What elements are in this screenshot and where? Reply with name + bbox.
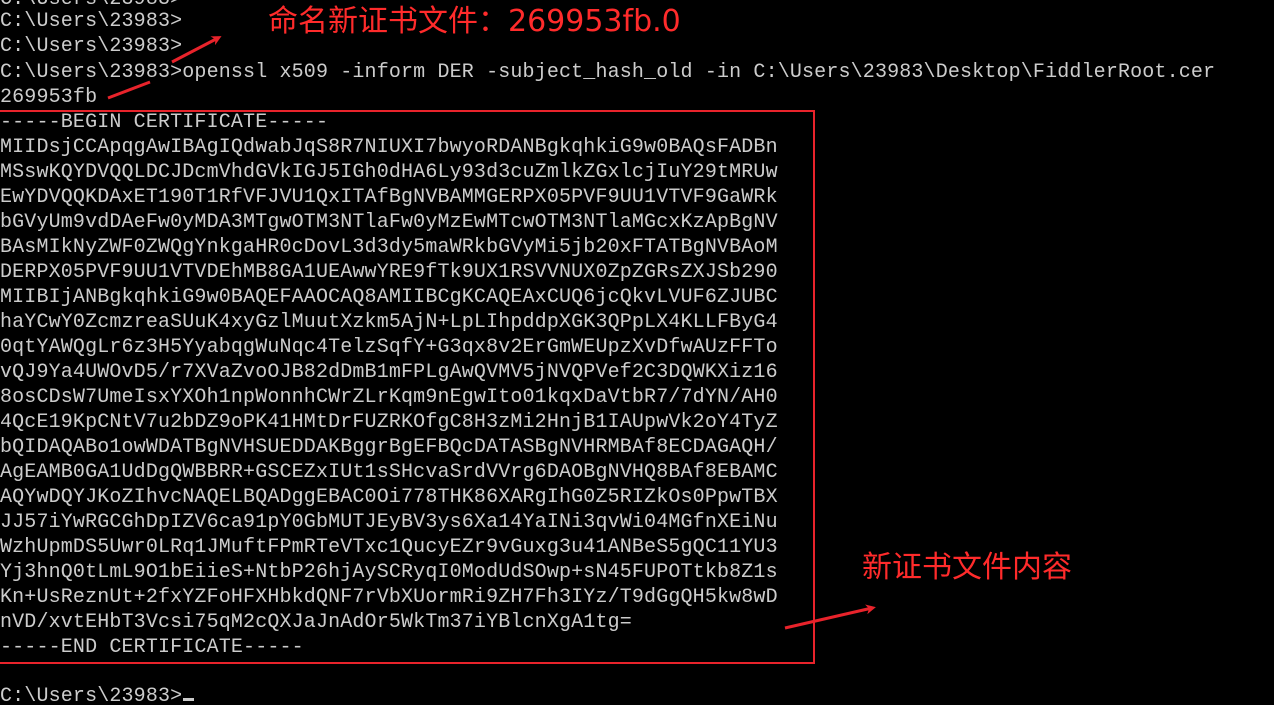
rename-annotation: 命名新证书文件：269953fb.0 — [268, 4, 681, 39]
console-line: C:\Users\23983> — [0, 35, 183, 58]
certificate-highlight-box — [0, 110, 815, 664]
current-prompt-line[interactable]: C:\Users\23983> — [0, 684, 195, 705]
console-line: C:\Users\23983> — [0, 10, 183, 33]
openssl-command-line: C:\Users\23983>openssl x509 -inform DER … — [0, 61, 1216, 84]
prompt-text: C:\Users\23983> — [0, 685, 183, 705]
subject-hash-output: 269953fb — [0, 86, 98, 109]
text-cursor — [183, 698, 195, 701]
content-annotation: 新证书文件内容 — [862, 550, 1072, 585]
